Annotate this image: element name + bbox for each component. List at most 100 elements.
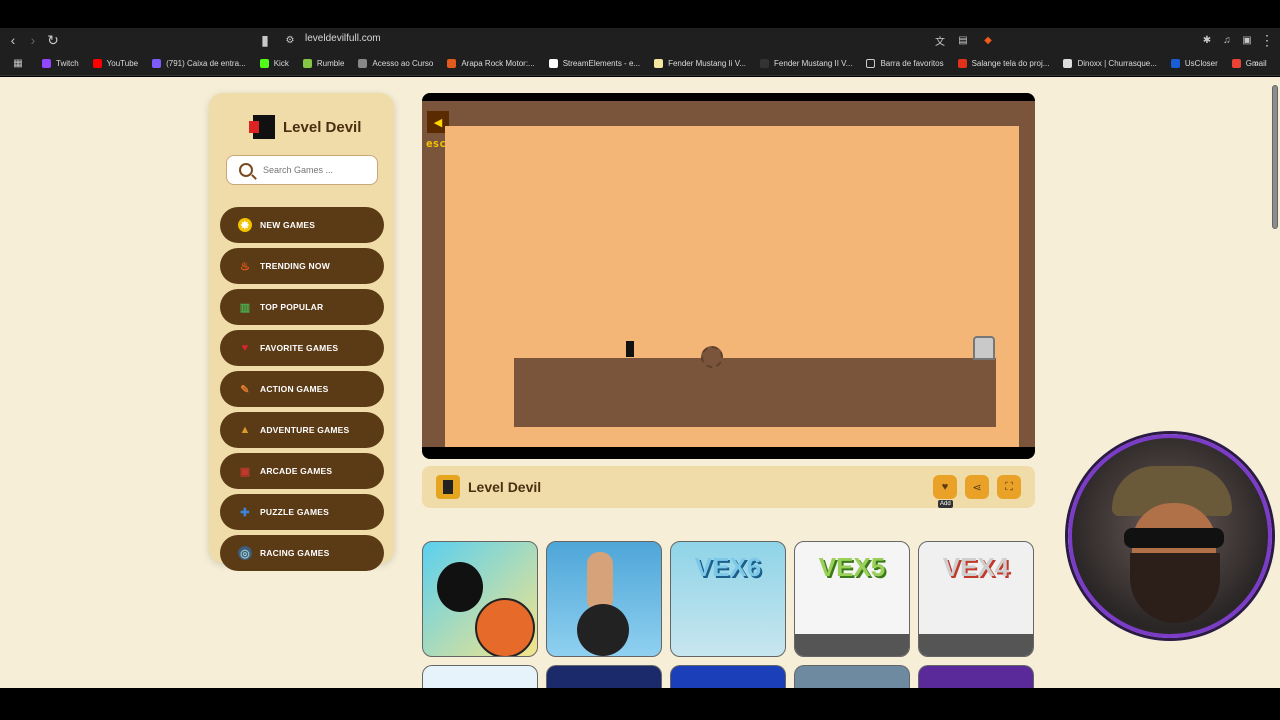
climber-art	[587, 552, 613, 612]
fire-icon: ♨	[239, 260, 251, 273]
reload-icon[interactable]: ↻	[43, 30, 63, 50]
twitch-icon	[42, 59, 51, 68]
heart-icon: ♥	[241, 342, 249, 354]
thumbnail-title: VEX5	[818, 552, 886, 582]
game-thumbnail-vex5[interactable]: VEX5	[794, 541, 910, 657]
exit-door	[973, 336, 995, 360]
share-icon: ⋖	[972, 481, 982, 494]
beard-art	[1130, 553, 1220, 623]
game-thumbnail-vex6[interactable]: VEX6	[670, 541, 786, 657]
site-logo[interactable]: Level Devil	[249, 115, 361, 139]
bookmark-salange[interactable]: Salange tela do proj...	[957, 59, 1049, 68]
bookmark-twitch[interactable]: Twitch	[42, 59, 79, 68]
category-menu: ✸ NEW GAMES ♨ TRENDING NOW ▥ TOP POPULAR ♥ F…	[220, 207, 384, 571]
bookmark-youtube[interactable]: YouTube	[92, 59, 138, 68]
game-title-bar: Level Devil ♥ Add ⋖ ⛶	[422, 466, 1035, 508]
menu-top-popular[interactable]: ▥ TOP POPULAR	[220, 289, 384, 325]
menu-puzzle-games[interactable]: ✚ PUZZLE GAMES	[220, 494, 384, 530]
window-top-bar	[0, 0, 1280, 28]
game-thumbnail[interactable]	[794, 665, 910, 688]
game-actions: ♥ Add ⋖ ⛶	[933, 475, 1021, 508]
address-bar: ‹ › ↻ ▮ ⚙ leveldevilfull.com 文 ▤ ◆ ✱ ♫ ▣…	[0, 28, 1280, 52]
game-thumbnail[interactable]	[670, 665, 786, 688]
mail-icon	[152, 59, 162, 68]
extensions-icon[interactable]: ✱	[1197, 30, 1217, 50]
fullscreen-button[interactable]: ⛶	[997, 475, 1021, 499]
action-icon: ✎	[240, 383, 250, 396]
gmail-icon	[1231, 59, 1241, 68]
game-field	[445, 126, 1019, 447]
search-box[interactable]	[226, 155, 378, 185]
bookmark-curso[interactable]: Acesso ao Curso	[358, 59, 433, 68]
rumble-icon	[302, 59, 312, 68]
game-thumbnail[interactable]	[546, 541, 662, 657]
related-games-row-2	[422, 665, 1034, 688]
menu-arcade-games[interactable]: ▣ ARCADE GAMES	[220, 453, 384, 489]
game-thumbnail[interactable]	[422, 665, 538, 688]
game-thumbnail[interactable]	[422, 541, 538, 657]
kick-icon	[259, 59, 269, 68]
menu-icon[interactable]: ⋮	[1257, 30, 1277, 50]
bookmark-streamelements[interactable]: StreamElements - e...	[548, 59, 640, 68]
menu-new-games[interactable]: ✸ NEW GAMES	[220, 207, 384, 243]
new-icon: ✸	[238, 218, 252, 232]
bookmark-dinoxx[interactable]: Dinoxx | Churrasque...	[1063, 59, 1157, 68]
bookmark-kick[interactable]: Kick	[259, 59, 289, 68]
bookmark-uscloser[interactable]: UsCloser	[1170, 59, 1218, 68]
fullscreen-icon: ⛶	[1005, 480, 1013, 493]
game-thumbnail-icon	[436, 475, 460, 499]
game-thumbnail[interactable]	[918, 665, 1034, 688]
brave-shield-icon[interactable]: ◆	[978, 30, 998, 50]
related-games-grid: VEX6 VEX5 VEX4	[422, 541, 1034, 657]
folder-icon	[866, 59, 876, 68]
game-platform	[514, 358, 996, 427]
url-field[interactable]: leveldevilfull.com	[305, 33, 381, 44]
game-thumbnail-vex4[interactable]: VEX4	[918, 541, 1034, 657]
bookmark-folder[interactable]: Barra de favoritos	[866, 59, 944, 68]
page-content: Level Devil ✸NEW GAMES ♨TRENDING NOW ▥TO…	[0, 77, 1270, 688]
scrollbar-thumb[interactable]	[1272, 85, 1278, 229]
game-canvas[interactable]: ◀ esc	[422, 93, 1035, 459]
back-icon[interactable]: ‹	[3, 30, 23, 50]
apps-grid-icon[interactable]: ▦	[8, 54, 28, 74]
menu-racing-games[interactable]: ◎ RACING GAMES	[220, 535, 384, 571]
basketball-art	[475, 598, 535, 656]
site-icon	[1170, 59, 1180, 68]
level-devil-logo-icon	[249, 115, 275, 139]
forward-icon[interactable]: ›	[23, 30, 43, 50]
media-icon[interactable]: ♫	[1217, 30, 1237, 50]
translate-icon[interactable]: 文	[930, 30, 950, 50]
youtube-icon	[92, 59, 102, 68]
menu-favorite-games[interactable]: ♥ FAVORITE GAMES	[220, 330, 384, 366]
menu-action-games[interactable]: ✎ ACTION GAMES	[220, 371, 384, 407]
guitar-icon	[654, 59, 664, 68]
bookmark-rumble[interactable]: Rumble	[302, 59, 344, 68]
bookmark-icon[interactable]: ▮	[255, 30, 275, 50]
bookmark-arapa[interactable]: Arapa Rock Motor:...	[447, 59, 535, 68]
menu-adventure-games[interactable]: ▲ ADVENTURE GAMES	[220, 412, 384, 448]
sidebar-toggle-icon[interactable]: ▣	[1237, 30, 1257, 50]
menu-trending-now[interactable]: ♨ TRENDING NOW	[220, 248, 384, 284]
anchor-icon	[548, 59, 558, 68]
thumbnail-title: VEX4	[942, 552, 1010, 582]
racing-icon: ◎	[238, 546, 252, 560]
site-info-icon[interactable]: ⚙	[280, 30, 300, 50]
page-scrollbar[interactable]	[1270, 77, 1280, 688]
puzzle-icon: ✚	[240, 506, 250, 519]
game-thumbnail[interactable]	[546, 665, 662, 688]
bookmarks-bar: ▦ Twitch YouTube (791) Caixa de entra...…	[0, 52, 1280, 76]
heart-icon: ♥	[941, 481, 949, 493]
bookmark-fender-1[interactable]: Fender Mustang Ii V...	[654, 59, 746, 68]
favorite-button[interactable]: ♥ Add	[933, 475, 957, 508]
share-button[interactable]: ⋖	[965, 475, 989, 499]
chart-icon: ▥	[239, 301, 251, 314]
search-input[interactable]	[263, 165, 363, 175]
bookmark-fender-2[interactable]: Fender Mustang II V...	[760, 59, 852, 68]
saw-trap	[701, 346, 723, 368]
more-bookmarks-icon[interactable]: »	[1246, 54, 1266, 74]
search-icon	[239, 163, 253, 177]
esc-label: esc	[426, 137, 446, 150]
reader-icon[interactable]: ▤	[953, 30, 973, 50]
bookmark-mail[interactable]: (791) Caixa de entra...	[152, 59, 246, 68]
ground-art	[795, 634, 909, 656]
